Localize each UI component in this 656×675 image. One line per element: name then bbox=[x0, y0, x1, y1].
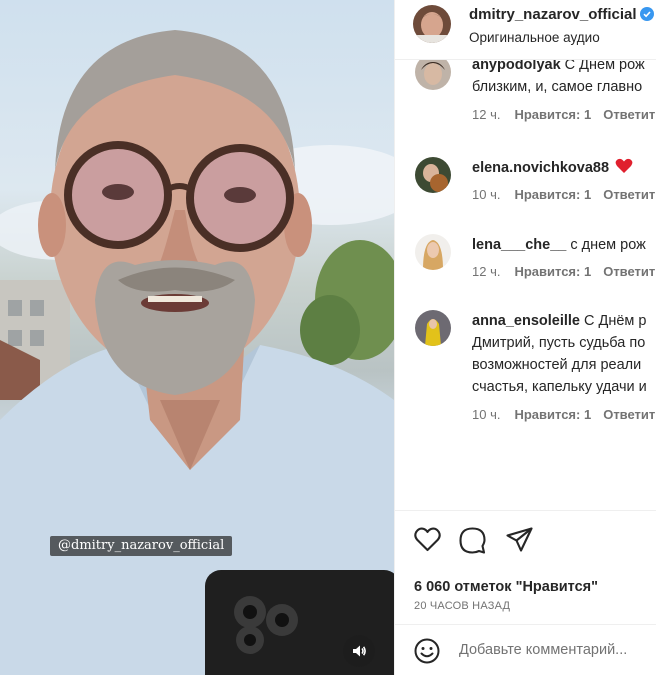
comment-likes[interactable]: Нравится: 1 bbox=[514, 264, 591, 279]
like-heart-icon[interactable] bbox=[414, 527, 441, 552]
comment-time[interactable]: 12 ч. bbox=[472, 264, 500, 279]
comment-text-line: счастья, капельку удачи и bbox=[472, 379, 647, 395]
comment-likes[interactable]: Нравится: 1 bbox=[514, 107, 591, 122]
comment-time[interactable]: 10 ч. bbox=[472, 407, 500, 422]
comment-text-line: С Днём р bbox=[584, 313, 647, 329]
comment-text-line: возможностей для реали bbox=[472, 357, 642, 373]
comment-likes[interactable]: Нравится: 1 bbox=[514, 407, 591, 422]
emoji-picker-icon[interactable] bbox=[414, 638, 440, 664]
author-username[interactable]: dmitry_nazarov_official bbox=[469, 6, 637, 23]
username-watermark: @dmitry_nazarov_official bbox=[50, 536, 233, 556]
add-comment-bar bbox=[395, 624, 656, 675]
comment-username[interactable]: elena.novichkova88 bbox=[472, 160, 609, 176]
post-timestamp[interactable]: 20 ЧАСОВ НАЗАД bbox=[414, 600, 510, 612]
author-avatar-image bbox=[413, 5, 451, 43]
reply-button[interactable]: Ответить bbox=[603, 264, 656, 279]
commenter-avatar-image bbox=[415, 157, 451, 193]
post-sidebar: dmitry_nazarov_official Оригинальное ауд… bbox=[394, 0, 656, 675]
commenter-avatar[interactable] bbox=[415, 60, 451, 90]
comment-text-line: Дмитрий, пусть судьба по bbox=[472, 335, 646, 351]
comment-username[interactable]: anna_ensoleille bbox=[472, 313, 580, 329]
post-actions: 6 060 отметок "Нравится" 20 ЧАСОВ НАЗАД bbox=[395, 510, 656, 624]
commenter-avatar-image bbox=[415, 310, 451, 346]
likes-count[interactable]: 6 060 отметок "Нравится" bbox=[414, 579, 598, 595]
comment-username[interactable]: lena___che__ bbox=[472, 237, 566, 253]
commenter-avatar-image bbox=[415, 60, 451, 90]
reply-button[interactable]: Ответить bbox=[603, 187, 656, 202]
sound-toggle-button[interactable] bbox=[343, 635, 375, 667]
commenter-avatar[interactable] bbox=[415, 310, 451, 346]
audio-label[interactable]: Оригинальное аудио bbox=[469, 30, 600, 45]
video-frame-illustration bbox=[0, 30, 394, 675]
post-header: dmitry_nazarov_official Оригинальное ауд… bbox=[395, 0, 656, 60]
comment-input[interactable] bbox=[459, 635, 656, 665]
speaker-icon bbox=[353, 645, 366, 657]
commenter-avatar[interactable] bbox=[415, 234, 451, 270]
share-paper-plane-icon[interactable] bbox=[506, 527, 533, 552]
comment-list[interactable]: anypodolyak С Днем рож близким, и, самое… bbox=[395, 60, 656, 510]
comment-time[interactable]: 12 ч. bbox=[472, 107, 500, 122]
comment-text-line: близким, и, самое главно bbox=[472, 79, 643, 95]
comment-likes[interactable]: Нравится: 1 bbox=[514, 187, 591, 202]
red-heart-emoji-icon bbox=[615, 158, 633, 173]
commenter-avatar[interactable] bbox=[415, 157, 451, 193]
comment-text-line: С Днем рож bbox=[564, 60, 645, 73]
comment-text-line: с днем рож bbox=[570, 237, 646, 253]
reply-button[interactable]: Ответить bbox=[603, 107, 656, 122]
comment-time[interactable]: 10 ч. bbox=[472, 187, 500, 202]
comment-username[interactable]: anypodolyak bbox=[472, 60, 561, 73]
author-avatar[interactable] bbox=[413, 5, 451, 43]
comment-bubble-icon[interactable] bbox=[459, 527, 486, 554]
verified-badge-icon bbox=[639, 7, 654, 21]
reply-button[interactable]: Ответить bbox=[603, 407, 656, 422]
commenter-avatar-image bbox=[415, 234, 451, 270]
reel-video[interactable]: @dmitry_nazarov_official bbox=[0, 0, 394, 675]
